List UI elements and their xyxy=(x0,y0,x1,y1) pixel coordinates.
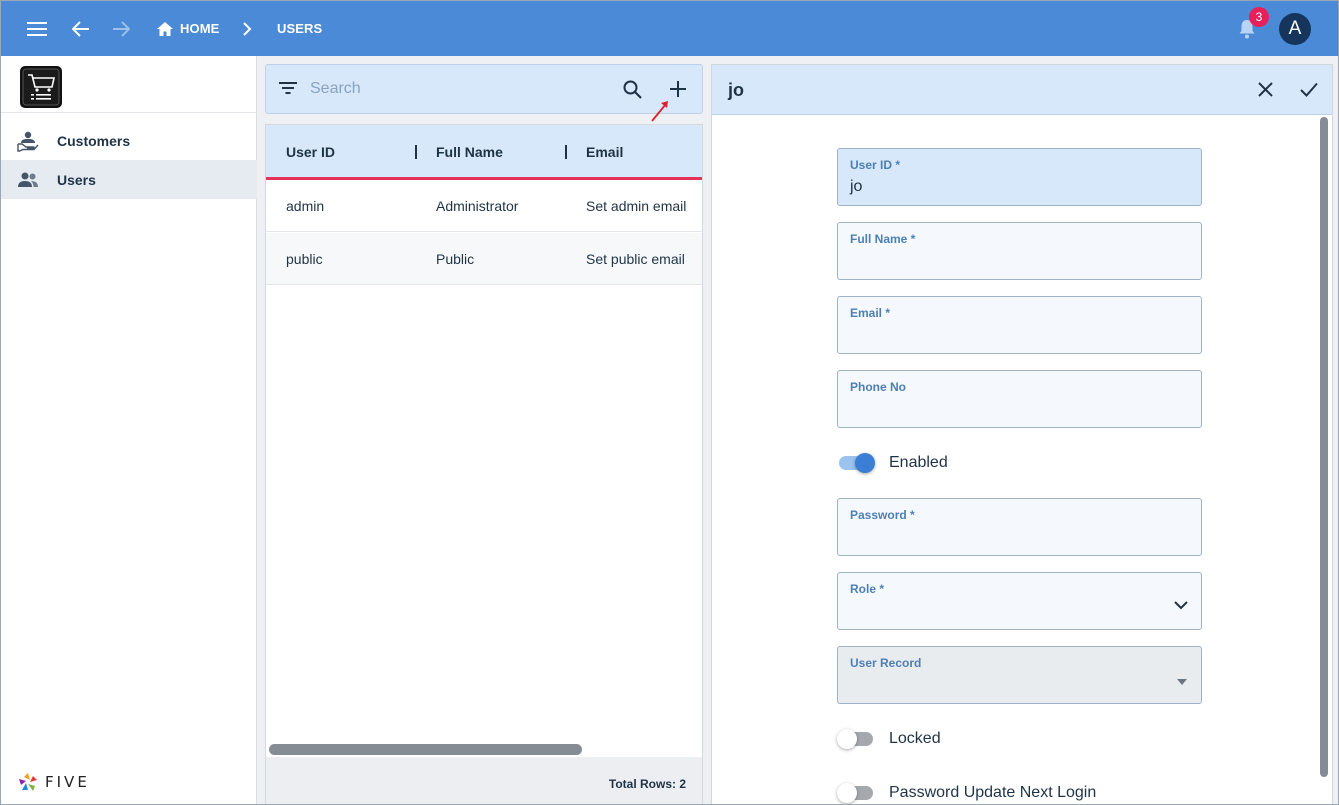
back-arrow-icon[interactable] xyxy=(67,15,95,43)
toggle-knob xyxy=(837,783,857,803)
app-logo xyxy=(20,66,62,108)
field-label: Email * xyxy=(850,306,891,320)
toggle-label: Enabled xyxy=(889,454,948,471)
search-bar: Search xyxy=(265,64,703,122)
cell-full-name: Public xyxy=(436,251,475,267)
full-name-field[interactable]: Full Name * xyxy=(837,222,1202,280)
toggle-knob xyxy=(855,453,875,473)
column-resize-handle[interactable] xyxy=(415,145,417,159)
check-icon[interactable] xyxy=(1300,82,1318,102)
field-label: Password * xyxy=(850,508,915,522)
sidebar-item-users[interactable]: Users xyxy=(1,160,257,199)
five-logo: FIVE xyxy=(17,771,90,793)
user-record-select[interactable]: User Record xyxy=(837,646,1202,704)
horizontal-scrollbar[interactable] xyxy=(269,744,582,755)
locked-toggle[interactable]: Locked xyxy=(837,724,1197,754)
sidebar: Customers Users FIVE xyxy=(1,56,257,804)
breadcrumb-users[interactable]: USERS xyxy=(277,21,322,36)
total-rows: Total Rows: 2 xyxy=(608,777,686,791)
field-value: jo xyxy=(850,178,863,195)
column-resize-handle[interactable] xyxy=(565,145,567,159)
sidebar-item-customers[interactable]: Customers xyxy=(1,121,257,160)
users-list: User ID Full Name Email admin Administra… xyxy=(265,124,703,804)
cell-user-id: admin xyxy=(286,198,325,214)
dropdown-arrow-icon[interactable] xyxy=(1177,672,1187,690)
top-bar: HOME USERS 3 A xyxy=(1,1,1338,56)
filter-icon[interactable] xyxy=(279,81,297,100)
form-header: jo xyxy=(712,65,1332,115)
vertical-scrollbar[interactable] xyxy=(1320,117,1328,777)
forward-arrow-icon[interactable] xyxy=(107,15,135,43)
table-row[interactable]: admin Administrator Set admin email xyxy=(266,180,702,232)
form-title: jo xyxy=(728,80,744,100)
menu-icon[interactable] xyxy=(23,15,51,43)
password-field[interactable]: Password * xyxy=(837,498,1202,556)
notification-badge: 3 xyxy=(1249,7,1269,27)
password-update-toggle[interactable]: Password Update Next Login xyxy=(837,778,1197,804)
enabled-toggle[interactable]: Enabled xyxy=(837,448,1197,478)
search-icon[interactable] xyxy=(623,80,642,104)
app-window: HOME USERS 3 A Customers Users FIVE Sear… xyxy=(0,0,1339,805)
column-header-full-name[interactable]: Full Name xyxy=(436,144,503,160)
avatar[interactable]: A xyxy=(1279,13,1311,45)
five-logo-icon xyxy=(19,773,37,791)
sidebar-item-label: Customers xyxy=(57,133,131,149)
email-field[interactable]: Email * xyxy=(837,296,1202,354)
chevron-right-icon xyxy=(233,15,261,43)
home-icon[interactable] xyxy=(151,15,179,43)
column-header-user-id[interactable]: User ID xyxy=(286,144,335,160)
five-logo-text: FIVE xyxy=(45,773,90,791)
cell-email: Set admin email xyxy=(586,198,687,214)
cell-user-id: public xyxy=(286,251,323,267)
toggle-label: Password Update Next Login xyxy=(889,784,1097,801)
cell-full-name: Administrator xyxy=(436,198,519,214)
users-icon xyxy=(17,169,39,191)
sidebar-divider xyxy=(1,112,257,113)
field-label: Phone No xyxy=(850,380,906,394)
close-icon[interactable] xyxy=(1258,82,1273,102)
chevron-down-icon[interactable] xyxy=(1174,597,1188,615)
list-header: User ID Full Name Email xyxy=(266,125,702,180)
toggle-knob xyxy=(837,729,857,749)
field-label: User ID * xyxy=(850,158,901,172)
add-icon[interactable] xyxy=(669,80,687,103)
table-row[interactable]: public Public Set public email xyxy=(266,233,702,285)
breadcrumb-home[interactable]: HOME xyxy=(180,21,219,36)
phone-field[interactable]: Phone No xyxy=(837,370,1202,428)
cell-email: Set public email xyxy=(586,251,685,267)
customer-service-icon xyxy=(17,130,39,152)
search-input[interactable]: Search xyxy=(310,80,361,98)
toggle-label: Locked xyxy=(889,730,941,747)
sidebar-item-label: Users xyxy=(57,172,96,188)
user-id-field[interactable]: User ID * jo xyxy=(837,148,1202,206)
field-label: Full Name * xyxy=(850,232,916,246)
list-footer: Total Rows: 2 xyxy=(266,757,702,804)
role-select[interactable]: Role * xyxy=(837,572,1202,630)
column-header-email[interactable]: Email xyxy=(586,144,623,160)
field-label: User Record xyxy=(850,656,922,670)
field-label: Role * xyxy=(850,582,885,596)
user-form: jo User ID * jo Full Name * Email * Phon… xyxy=(711,64,1333,804)
